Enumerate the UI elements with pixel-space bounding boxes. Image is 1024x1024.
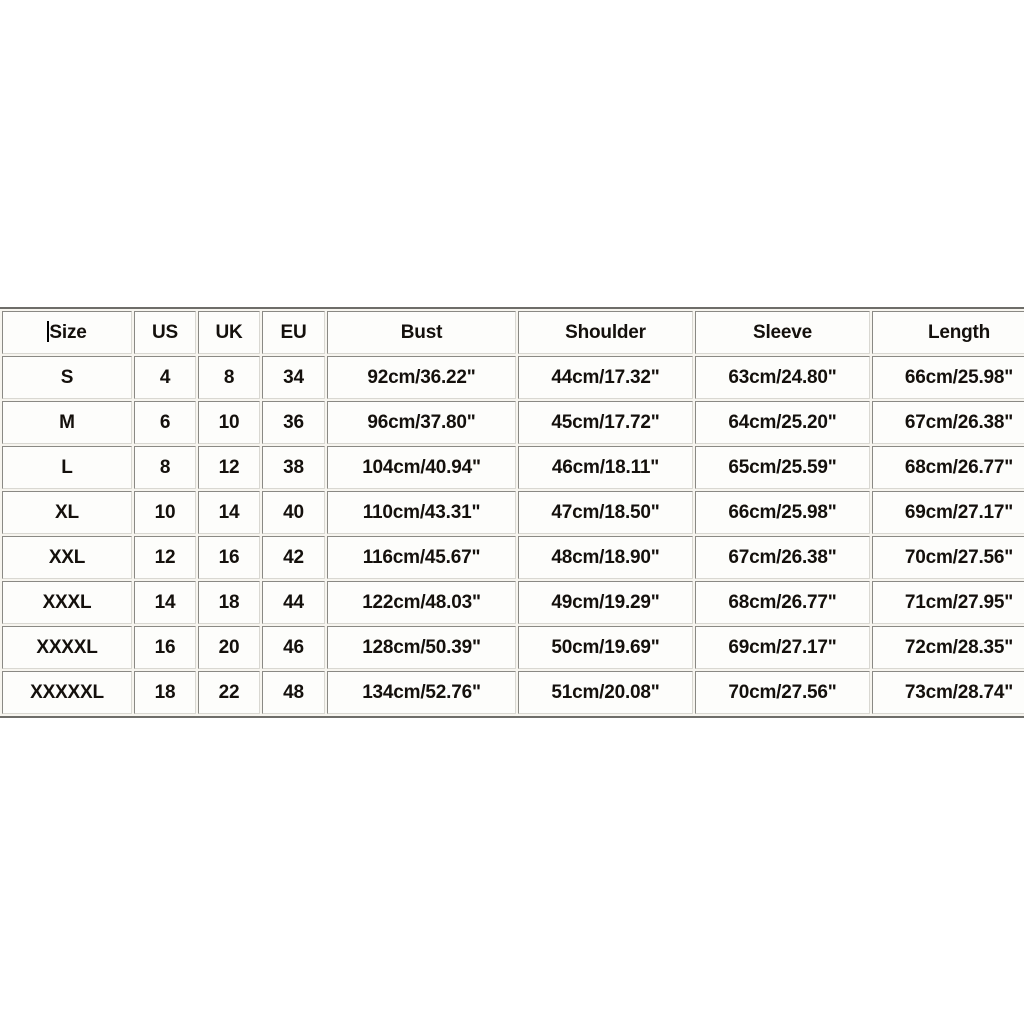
- cell-eu: 38: [262, 446, 325, 489]
- column-header-size: Size: [2, 311, 132, 354]
- cell-sleeve: 70cm/27.56": [695, 671, 870, 714]
- table-row: XXXL 14 18 44 122cm/48.03" 49cm/19.29" 6…: [2, 581, 1024, 624]
- cell-uk: 8: [198, 356, 260, 399]
- cell-size: XXL: [2, 536, 132, 579]
- cell-shoulder: 48cm/18.90": [518, 536, 693, 579]
- table-row: XXXXXL 18 22 48 134cm/52.76" 51cm/20.08"…: [2, 671, 1024, 714]
- cell-us: 6: [134, 401, 196, 444]
- cell-us: 4: [134, 356, 196, 399]
- size-chart-container: Size US UK EU Bust Shoulder Sleeve Lengt…: [0, 307, 1024, 718]
- cell-bust: 110cm/43.31": [327, 491, 516, 534]
- cell-bust: 104cm/40.94": [327, 446, 516, 489]
- cell-shoulder: 47cm/18.50": [518, 491, 693, 534]
- cell-uk: 12: [198, 446, 260, 489]
- cell-uk: 10: [198, 401, 260, 444]
- cell-size: XXXXXL: [2, 671, 132, 714]
- cell-us: 12: [134, 536, 196, 579]
- cell-size: L: [2, 446, 132, 489]
- cell-shoulder: 44cm/17.32": [518, 356, 693, 399]
- cell-size: XL: [2, 491, 132, 534]
- column-header-length: Length: [872, 311, 1024, 354]
- page-root: { "page": { "background_color": "#ffffff…: [0, 0, 1024, 1024]
- column-header-sleeve: Sleeve: [695, 311, 870, 354]
- clothing-size-chart-table: Size US UK EU Bust Shoulder Sleeve Lengt…: [0, 307, 1024, 718]
- table-header-row: Size US UK EU Bust Shoulder Sleeve Lengt…: [2, 311, 1024, 354]
- cell-uk: 20: [198, 626, 260, 669]
- cell-length: 68cm/26.77": [872, 446, 1024, 489]
- cell-sleeve: 69cm/27.17": [695, 626, 870, 669]
- cell-bust: 134cm/52.76": [327, 671, 516, 714]
- cell-bust: 116cm/45.67": [327, 536, 516, 579]
- table-row: XL 10 14 40 110cm/43.31" 47cm/18.50" 66c…: [2, 491, 1024, 534]
- cell-eu: 36: [262, 401, 325, 444]
- cell-uk: 16: [198, 536, 260, 579]
- cell-sleeve: 65cm/25.59": [695, 446, 870, 489]
- cell-eu: 40: [262, 491, 325, 534]
- table-row: L 8 12 38 104cm/40.94" 46cm/18.11" 65cm/…: [2, 446, 1024, 489]
- cell-bust: 92cm/36.22": [327, 356, 516, 399]
- cell-sleeve: 68cm/26.77": [695, 581, 870, 624]
- table-header: Size US UK EU Bust Shoulder Sleeve Lengt…: [2, 311, 1024, 354]
- cell-uk: 18: [198, 581, 260, 624]
- cell-eu: 44: [262, 581, 325, 624]
- column-header-bust: Bust: [327, 311, 516, 354]
- column-header-uk: UK: [198, 311, 260, 354]
- table-row: M 6 10 36 96cm/37.80" 45cm/17.72" 64cm/2…: [2, 401, 1024, 444]
- column-header-us: US: [134, 311, 196, 354]
- cell-us: 10: [134, 491, 196, 534]
- column-header-shoulder: Shoulder: [518, 311, 693, 354]
- cell-shoulder: 49cm/19.29": [518, 581, 693, 624]
- cell-us: 8: [134, 446, 196, 489]
- cell-size: XXXL: [2, 581, 132, 624]
- cell-length: 70cm/27.56": [872, 536, 1024, 579]
- cell-shoulder: 45cm/17.72": [518, 401, 693, 444]
- cell-us: 14: [134, 581, 196, 624]
- cell-eu: 42: [262, 536, 325, 579]
- cell-eu: 46: [262, 626, 325, 669]
- table-body: S 4 8 34 92cm/36.22" 44cm/17.32" 63cm/24…: [2, 356, 1024, 714]
- cell-length: 69cm/27.17": [872, 491, 1024, 534]
- cell-uk: 22: [198, 671, 260, 714]
- column-header-eu: EU: [262, 311, 325, 354]
- cell-us: 18: [134, 671, 196, 714]
- cell-us: 16: [134, 626, 196, 669]
- cell-size: M: [2, 401, 132, 444]
- cell-shoulder: 50cm/19.69": [518, 626, 693, 669]
- cell-length: 67cm/26.38": [872, 401, 1024, 444]
- cell-sleeve: 64cm/25.20": [695, 401, 870, 444]
- cell-size: S: [2, 356, 132, 399]
- cell-bust: 96cm/37.80": [327, 401, 516, 444]
- cell-length: 72cm/28.35": [872, 626, 1024, 669]
- table-row: XXXXL 16 20 46 128cm/50.39" 50cm/19.69" …: [2, 626, 1024, 669]
- cell-length: 73cm/28.74": [872, 671, 1024, 714]
- cell-sleeve: 67cm/26.38": [695, 536, 870, 579]
- cell-uk: 14: [198, 491, 260, 534]
- cell-sleeve: 66cm/25.98": [695, 491, 870, 534]
- table-row: S 4 8 34 92cm/36.22" 44cm/17.32" 63cm/24…: [2, 356, 1024, 399]
- cell-bust: 128cm/50.39": [327, 626, 516, 669]
- cell-size: XXXXL: [2, 626, 132, 669]
- cell-eu: 48: [262, 671, 325, 714]
- cell-shoulder: 46cm/18.11": [518, 446, 693, 489]
- cell-length: 66cm/25.98": [872, 356, 1024, 399]
- cell-length: 71cm/27.95": [872, 581, 1024, 624]
- cell-sleeve: 63cm/24.80": [695, 356, 870, 399]
- cell-shoulder: 51cm/20.08": [518, 671, 693, 714]
- cell-eu: 34: [262, 356, 325, 399]
- table-row: XXL 12 16 42 116cm/45.67" 48cm/18.90" 67…: [2, 536, 1024, 579]
- cell-bust: 122cm/48.03": [327, 581, 516, 624]
- column-header-size-label: Size: [49, 322, 87, 343]
